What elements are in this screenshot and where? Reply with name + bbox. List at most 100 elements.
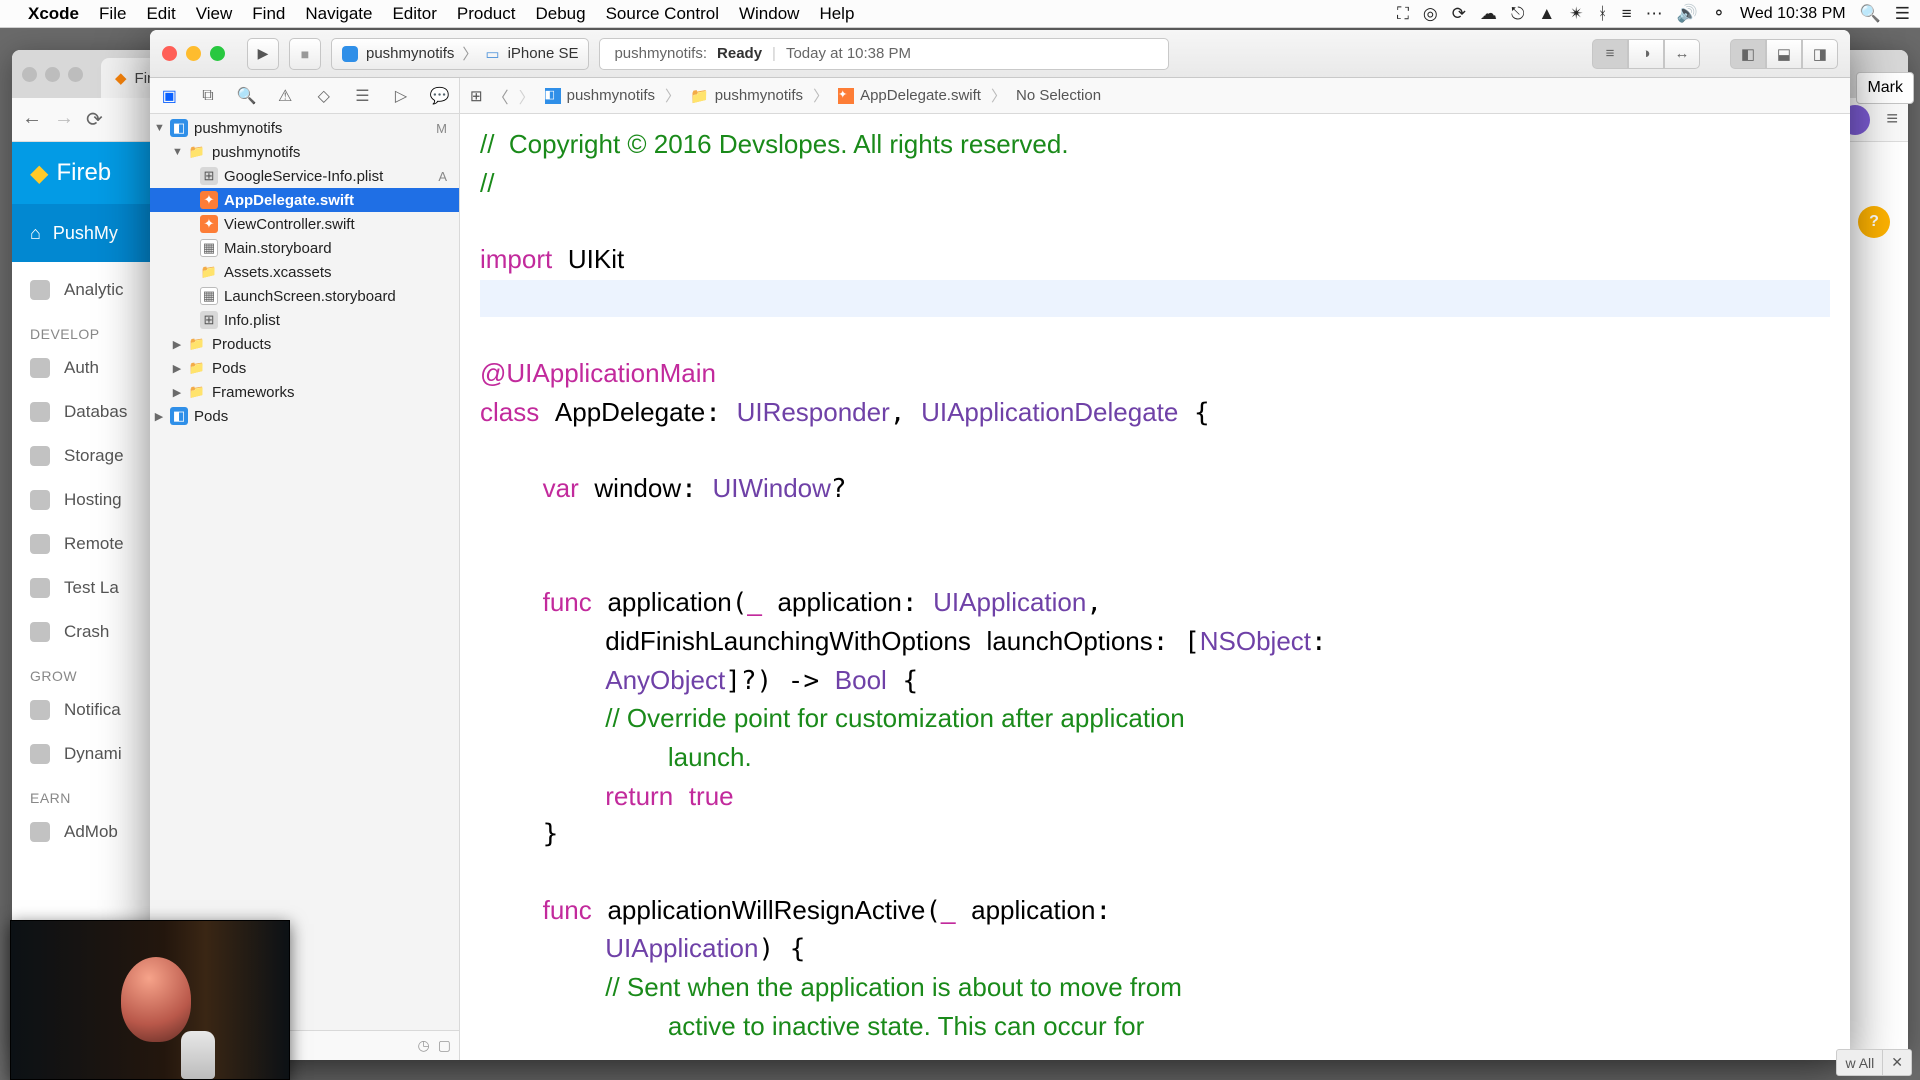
sidebar-item-auth[interactable]: Auth [12, 346, 161, 390]
back-icon[interactable]: ← [22, 107, 42, 132]
traffic-dot[interactable] [22, 67, 37, 82]
forward-icon[interactable]: → [54, 107, 74, 132]
toggle-utilities-button[interactable]: ◨ [1802, 39, 1838, 69]
tree-row-file[interactable]: ⊞ GoogleService-Info.plist A [150, 164, 459, 188]
tree-row-file-selected[interactable]: ✦ AppDelegate.swift [150, 188, 459, 212]
related-items-icon[interactable]: ⊞ [470, 87, 483, 105]
firebase-project-selector[interactable]: ⌂ PushMy [12, 204, 161, 262]
wifi-icon[interactable]: ⚬ [1712, 4, 1726, 24]
app-name[interactable]: Xcode [28, 4, 79, 24]
scm-filter-icon[interactable]: ▢ [438, 1037, 451, 1054]
tree-row-file[interactable]: 📁 Assets.xcassets [150, 260, 459, 284]
traffic-dot[interactable] [68, 67, 83, 82]
jump-bar[interactable]: ⊞ 〈 〉 ◧ pushmynotifs 〉 📁 pushmynotifs 〉 … [460, 78, 1850, 114]
menu-icon[interactable]: ≡ [1886, 108, 1898, 131]
menu-edit[interactable]: Edit [146, 4, 175, 24]
sidebar-item-testlab[interactable]: Test La [12, 566, 161, 610]
editor-mode-toggles: ≡ ◑ ↔ [1592, 39, 1700, 69]
tree-row-group[interactable]: ▶📁 Frameworks [150, 380, 459, 404]
menu-source-control[interactable]: Source Control [606, 4, 719, 24]
storage-icon [30, 446, 50, 466]
traffic-dot[interactable] [45, 67, 60, 82]
run-button[interactable] [247, 38, 279, 70]
version-editor-button[interactable]: ↔ [1664, 39, 1700, 69]
swift-icon: ✦ [200, 215, 218, 233]
menu-window[interactable]: Window [739, 4, 799, 24]
tree-row-group[interactable]: ▼📁 pushmynotifs [150, 140, 459, 164]
tree-row-group[interactable]: ▶📁 Pods [150, 356, 459, 380]
sidebar-item-storage[interactable]: Storage [12, 434, 161, 478]
crash-icon [30, 622, 50, 642]
status-icon[interactable]: ◎ [1423, 4, 1438, 24]
tree-row-file[interactable]: ▦ LaunchScreen.storyboard [150, 284, 459, 308]
debug-navigator-icon[interactable]: ☰ [349, 86, 375, 106]
recent-filter-icon[interactable]: ◷ [418, 1037, 430, 1054]
sidebar-item-admob[interactable]: AdMob [12, 810, 161, 854]
pill-close[interactable]: ✕ [1882, 1050, 1911, 1075]
project-navigator-icon[interactable]: ▣ [156, 86, 182, 106]
menu-navigate[interactable]: Navigate [305, 4, 372, 24]
spotlight-icon[interactable]: 🔍 [1860, 4, 1881, 24]
toggle-debug-button[interactable]: ⬓ [1766, 39, 1802, 69]
sidebar-item-remote[interactable]: Remote [12, 522, 161, 566]
tree-row-project[interactable]: ▶◧ Pods [150, 404, 459, 428]
status-icon[interactable]: ⛶ [1397, 4, 1409, 24]
help-icon[interactable]: ? [1858, 206, 1890, 238]
jumpbar-project[interactable]: ◧ pushmynotifs [545, 87, 655, 104]
jumpbar-selection[interactable]: No Selection [1016, 87, 1101, 104]
status-icon[interactable]: ⟳ [1452, 4, 1466, 24]
jump-back-icon[interactable]: 〈 [493, 84, 509, 108]
jump-forward-icon[interactable]: 〉 [519, 84, 535, 108]
close-button[interactable] [162, 46, 177, 61]
assistant-editor-button[interactable]: ◑ [1628, 39, 1664, 69]
sidebar-item-dynamic[interactable]: Dynami [12, 732, 161, 776]
sidebar-item-analytics[interactable]: Analytic [12, 268, 161, 312]
stop-button[interactable] [289, 38, 321, 70]
sidebar-item-database[interactable]: Databas [12, 390, 161, 434]
sidebar-item-notifications[interactable]: Notifica [12, 688, 161, 732]
symbol-navigator-icon[interactable]: ⧉ [195, 87, 221, 105]
tree-row-file[interactable]: ✦ ViewController.swift [150, 212, 459, 236]
menu-view[interactable]: View [196, 4, 233, 24]
menu-product[interactable]: Product [457, 4, 516, 24]
menu-find[interactable]: Find [252, 4, 285, 24]
pill-all[interactable]: w All [1837, 1051, 1882, 1075]
toggle-navigator-button[interactable]: ◧ [1730, 39, 1766, 69]
status-icon[interactable]: ☁︎ [1480, 4, 1497, 24]
bluetooth-icon[interactable]: ᚼ [1597, 4, 1607, 24]
bottom-pill[interactable]: w All ✕ [1836, 1049, 1912, 1076]
tree-row-project[interactable]: ▼◧ pushmynotifs M [150, 116, 459, 140]
sidebar-item-crash[interactable]: Crash [12, 610, 161, 654]
tree-row-file[interactable]: ⊞ Info.plist [150, 308, 459, 332]
status-icon[interactable]: ⎋ [1511, 4, 1524, 24]
tree-row-file[interactable]: ▦ Main.storyboard [150, 236, 459, 260]
file-tree[interactable]: ▼◧ pushmynotifs M ▼📁 pushmynotifs ⊞ Goog… [150, 114, 459, 1030]
menu-editor[interactable]: Editor [392, 4, 436, 24]
scheme-selector[interactable]: pushmynotifs 〉 ▭ iPhone SE [331, 38, 589, 70]
volume-icon[interactable]: 🔊 [1677, 4, 1698, 24]
status-icon[interactable]: ≡ [1622, 4, 1632, 24]
reload-icon[interactable]: ⟳ [86, 107, 103, 132]
source-editor[interactable]: // Copyright © 2016 Devslopes. All right… [460, 114, 1850, 1060]
notification-center-icon[interactable]: ☰ [1895, 4, 1910, 24]
sidebar-item-hosting[interactable]: Hosting [12, 478, 161, 522]
jumpbar-file[interactable]: ✦ AppDelegate.swift [838, 87, 981, 104]
jumpbar-group[interactable]: 📁 pushmynotifs [690, 87, 803, 105]
test-navigator-icon[interactable]: ◇ [311, 86, 337, 106]
menu-file[interactable]: File [99, 4, 126, 24]
find-navigator-icon[interactable]: 🔍 [234, 86, 260, 106]
mark-button[interactable]: Mark [1856, 72, 1914, 104]
standard-editor-button[interactable]: ≡ [1592, 39, 1628, 69]
menu-debug[interactable]: Debug [535, 4, 585, 24]
status-icon[interactable]: ▲ [1538, 4, 1555, 24]
menubar-clock[interactable]: Wed 10:38 PM [1740, 5, 1846, 23]
report-navigator-icon[interactable]: 💬 [427, 86, 453, 106]
breakpoint-navigator-icon[interactable]: ▷ [388, 86, 414, 106]
menu-help[interactable]: Help [819, 4, 854, 24]
status-icon[interactable]: ⋯ [1646, 4, 1663, 24]
status-icon[interactable]: ✴︎ [1569, 4, 1583, 24]
tree-row-group[interactable]: ▶📁 Products [150, 332, 459, 356]
zoom-button[interactable] [210, 46, 225, 61]
issue-navigator-icon[interactable]: ⚠ [272, 86, 298, 106]
minimize-button[interactable] [186, 46, 201, 61]
